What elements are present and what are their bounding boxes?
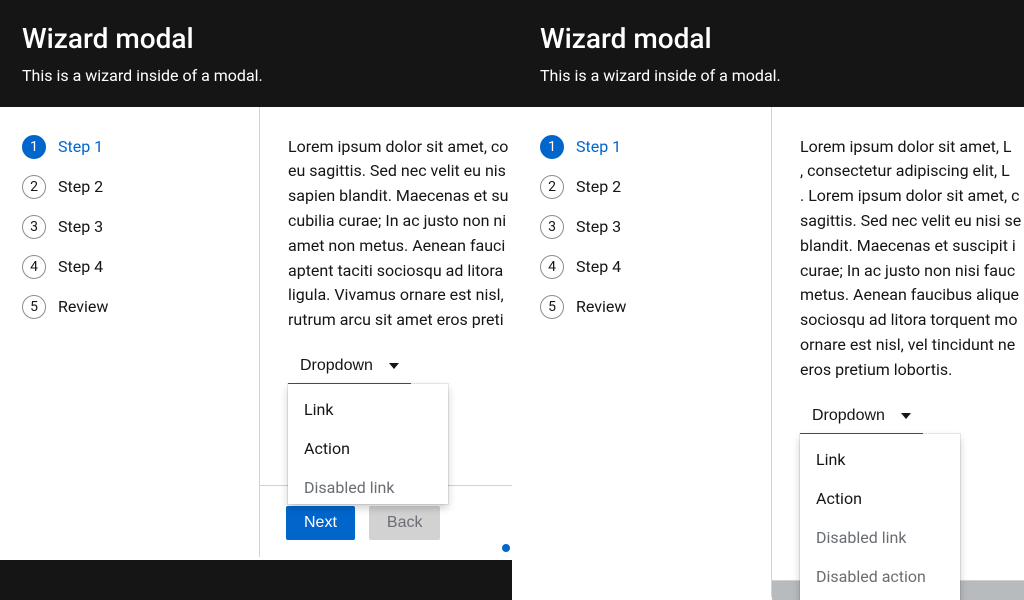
step-label: Step 2 — [58, 177, 103, 196]
wizard-steps-nav: 1 Step 1 2 Step 2 3 Step 3 4 Step 4 5 — [0, 107, 260, 557]
dropdown: Dropdown Link Action Disabled link — [288, 349, 411, 384]
step-number: 3 — [540, 215, 564, 239]
step-label: Step 3 — [576, 217, 621, 236]
wizard-body: 1 Step 1 2 Step 2 3 Step 3 4 Step 4 5 — [512, 107, 1024, 597]
step-label: Step 4 — [58, 257, 103, 276]
wizard-body: 1 Step 1 2 Step 2 3 Step 3 4 Step 4 5 — [0, 107, 512, 557]
scroll-indicator-icon — [502, 544, 510, 552]
step-number: 1 — [22, 135, 46, 159]
step-3[interactable]: 3 Step 3 — [22, 215, 259, 239]
next-button[interactable]: Next — [286, 506, 355, 540]
back-button[interactable]: Back — [369, 506, 441, 540]
dropdown-item-disabled-link: Disabled link — [288, 468, 448, 504]
dropdown-item-action[interactable]: Action — [288, 429, 448, 468]
step-3[interactable]: 3 Step 3 — [540, 215, 771, 239]
backdrop-strip — [0, 560, 512, 600]
wizard-description: This is a wizard inside of a modal. — [540, 66, 1024, 85]
step-label: Step 3 — [58, 217, 103, 236]
step-label: Review — [576, 297, 626, 316]
wizard-header: Wizard modal This is a wizard inside of … — [512, 0, 1024, 107]
step-label: Step 1 — [58, 137, 103, 156]
caret-down-icon — [389, 363, 399, 369]
step-number: 5 — [22, 295, 46, 319]
wizard-description: This is a wizard inside of a modal. — [22, 66, 512, 85]
wizard-content: Lorem ipsum dolor sit amet, L , consecte… — [772, 107, 1024, 597]
step-number: 4 — [22, 255, 46, 279]
step-2[interactable]: 2 Step 2 — [22, 175, 259, 199]
step-label: Step 2 — [576, 177, 621, 196]
step-1[interactable]: 1 Step 1 — [22, 135, 259, 159]
content-paragraph: Lorem ipsum dolor sit amet, co eu sagitt… — [288, 135, 512, 333]
dropdown-item-disabled-link: Disabled link — [800, 518, 960, 557]
dropdown-item-link[interactable]: Link — [288, 390, 448, 429]
dropdown-item-disabled-action: Disabled action — [800, 557, 960, 596]
caret-down-icon — [901, 413, 911, 419]
dropdown-toggle[interactable]: Dropdown — [800, 399, 923, 433]
step-label: Review — [58, 297, 108, 316]
step-number: 5 — [540, 295, 564, 319]
step-label: Step 4 — [576, 257, 621, 276]
dropdown-item-link[interactable]: Link — [800, 440, 960, 479]
dropdown-toggle[interactable]: Dropdown — [288, 349, 411, 383]
step-4[interactable]: 4 Step 4 — [540, 255, 771, 279]
step-number: 3 — [22, 215, 46, 239]
dropdown: Dropdown Link Action Disabled link Disab… — [800, 399, 923, 434]
wizard-title: Wizard modal — [22, 22, 512, 56]
dropdown-menu: Link Action Disabled link Disabled actio… — [800, 434, 960, 600]
dropdown-item-action[interactable]: Action — [800, 479, 960, 518]
step-number: 2 — [22, 175, 46, 199]
step-1[interactable]: 1 Step 1 — [540, 135, 771, 159]
dropdown-menu: Link Action Disabled link — [288, 384, 448, 504]
wizard-panel-right: Wizard modal This is a wizard inside of … — [512, 0, 1024, 600]
wizard-title: Wizard modal — [540, 22, 1024, 56]
wizard-panel-left: Wizard modal This is a wizard inside of … — [0, 0, 512, 600]
step-2[interactable]: 2 Step 2 — [540, 175, 771, 199]
step-number: 4 — [540, 255, 564, 279]
step-number: 2 — [540, 175, 564, 199]
wizard-steps-nav: 1 Step 1 2 Step 2 3 Step 3 4 Step 4 5 — [512, 107, 772, 597]
step-number: 1 — [540, 135, 564, 159]
wizard-header: Wizard modal This is a wizard inside of … — [0, 0, 512, 107]
content-paragraph: Lorem ipsum dolor sit amet, L , consecte… — [800, 135, 1024, 383]
dropdown-label: Dropdown — [300, 357, 373, 375]
step-review[interactable]: 5 Review — [22, 295, 259, 319]
step-review[interactable]: 5 Review — [540, 295, 771, 319]
step-4[interactable]: 4 Step 4 — [22, 255, 259, 279]
dropdown-label: Dropdown — [812, 407, 885, 425]
step-label: Step 1 — [576, 137, 621, 156]
